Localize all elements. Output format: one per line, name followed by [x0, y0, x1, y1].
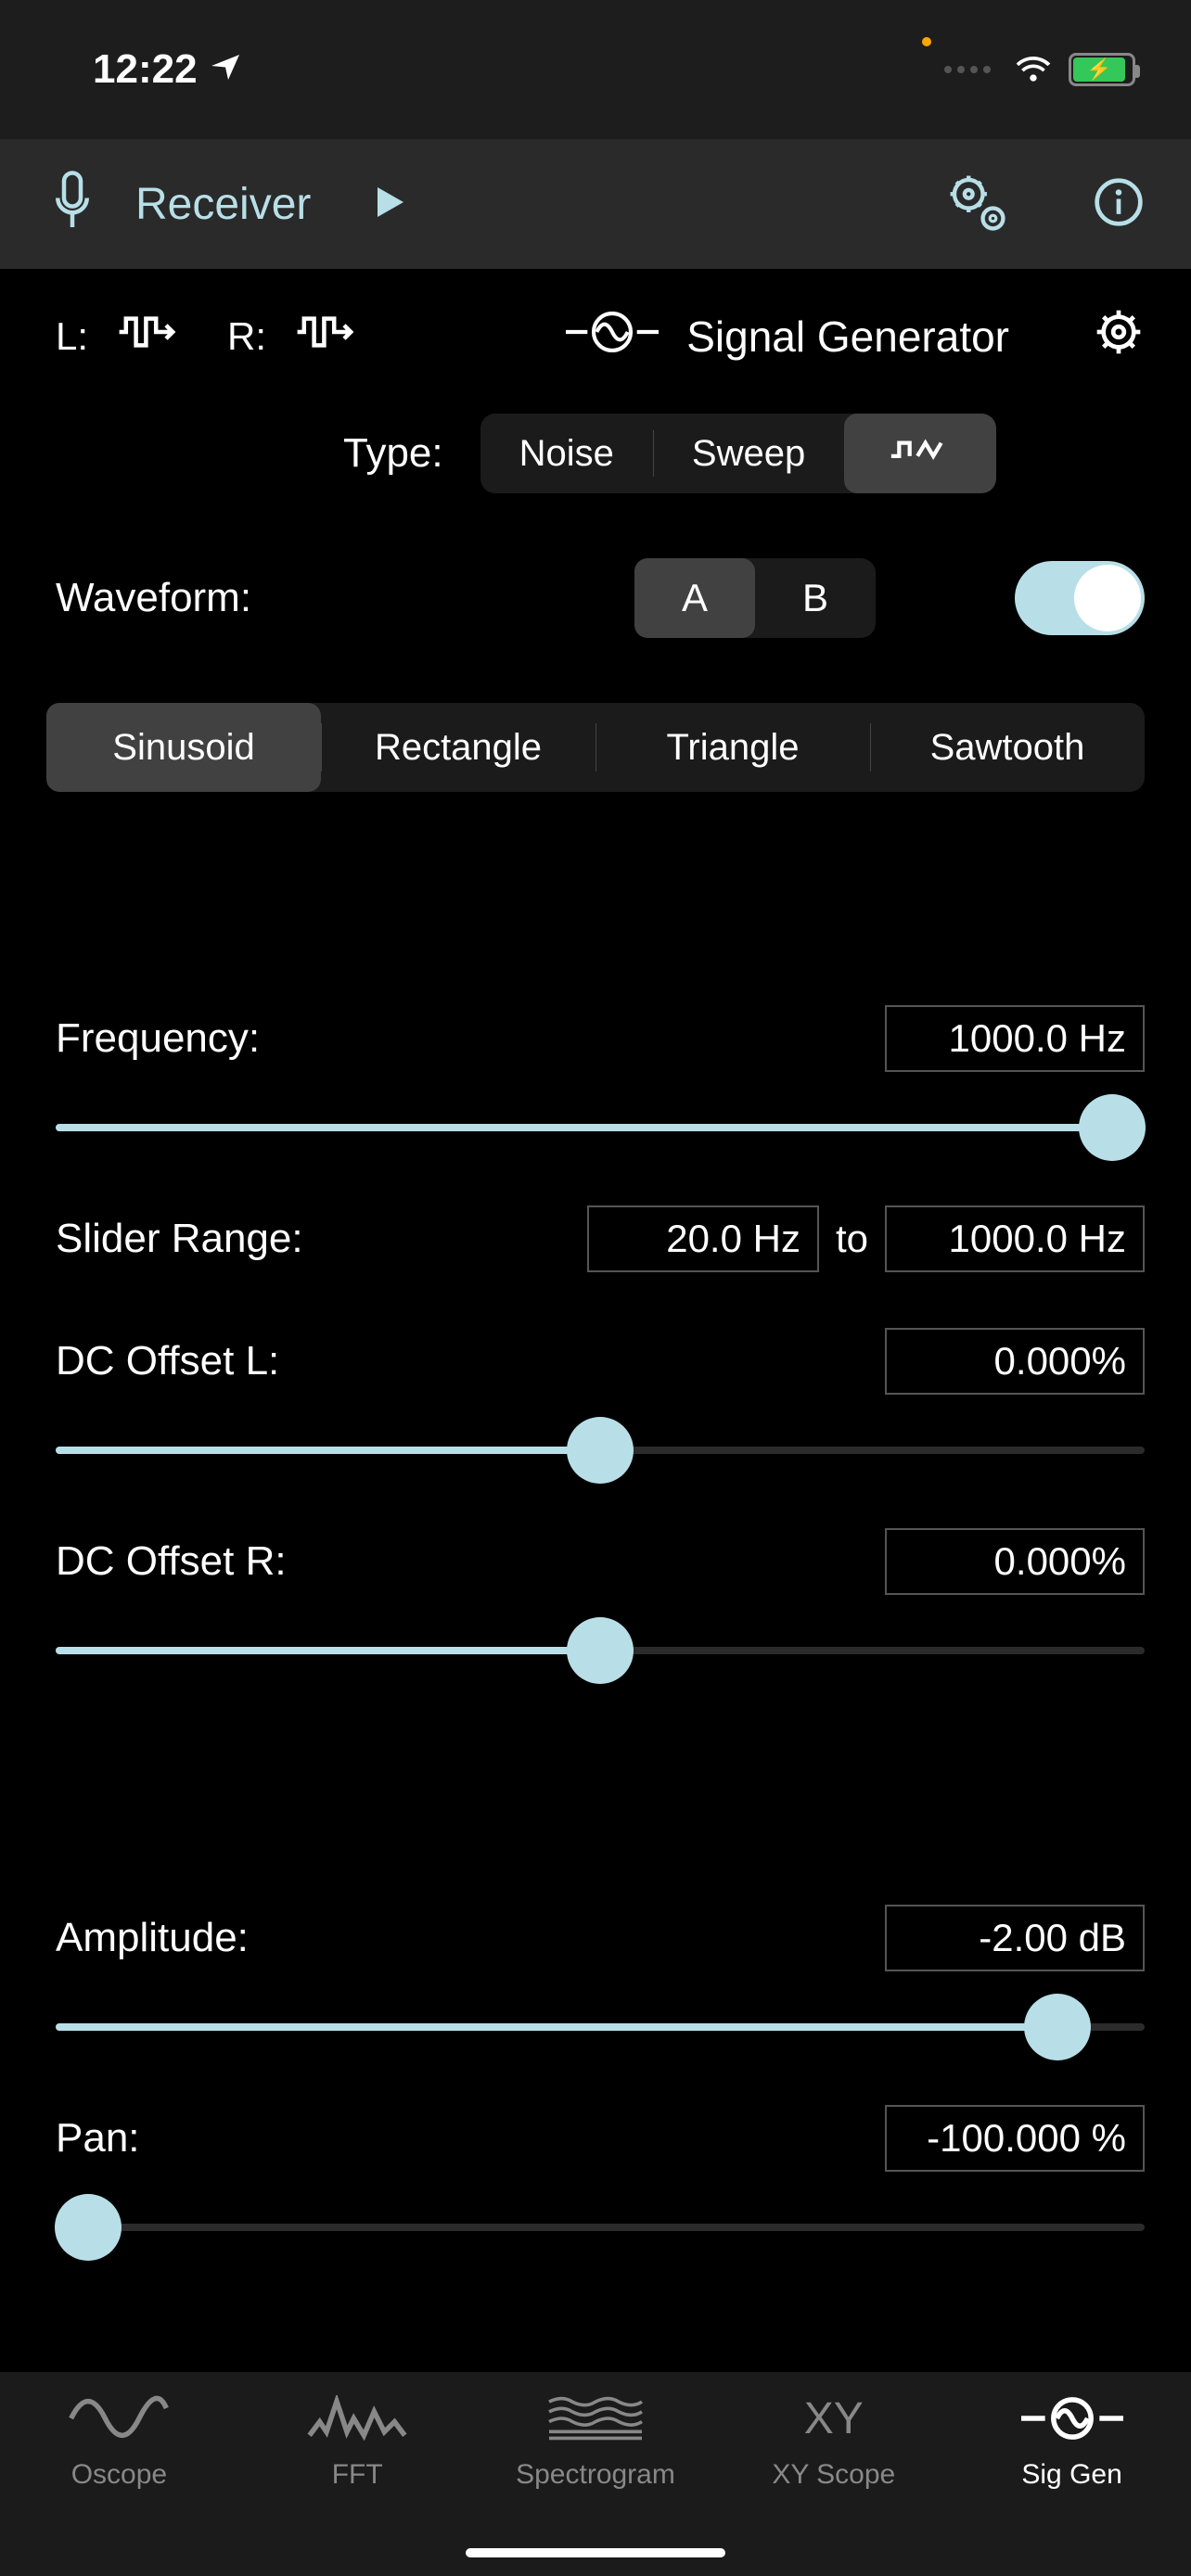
- ab-option-b[interactable]: B: [755, 558, 876, 638]
- ab-segmented-control: A B: [634, 558, 876, 638]
- dc-offset-r-row: DC Offset R: 0.000%: [56, 1528, 1145, 1684]
- microphone-icon[interactable]: [46, 169, 98, 240]
- info-icon[interactable]: [1093, 176, 1145, 233]
- pan-label: Pan:: [56, 2115, 140, 2162]
- battery-icon: ⚡: [1069, 53, 1135, 86]
- waveform-tabs: Sinusoid Rectangle Triangle Sawtooth: [46, 703, 1145, 792]
- wftab-sinusoid[interactable]: Sinusoid: [46, 703, 321, 792]
- wftab-sawtooth[interactable]: Sawtooth: [870, 703, 1145, 792]
- wftab-rectangle[interactable]: Rectangle: [321, 703, 596, 792]
- type-option-wave[interactable]: [844, 414, 996, 493]
- wifi-icon: [1013, 47, 1054, 93]
- waveform-label: Waveform:: [56, 575, 607, 621]
- status-bar: 12:22 ⚡: [0, 0, 1191, 139]
- bottom-tabbar: Oscope FFT Spectrogram XY XY Scope Sig G…: [0, 2372, 1191, 2576]
- frequency-value[interactable]: 1000.0 Hz: [885, 1005, 1145, 1072]
- amplitude-value[interactable]: -2.00 dB: [885, 1905, 1145, 1971]
- xy-icon: XY: [804, 2391, 864, 2446]
- status-time: 12:22: [93, 46, 198, 93]
- dc-offset-r-value[interactable]: 0.000%: [885, 1528, 1145, 1595]
- waveform-toggle[interactable]: [1015, 561, 1145, 635]
- type-option-sweep[interactable]: Sweep: [653, 414, 844, 493]
- receiver-bar: Receiver: [0, 139, 1191, 269]
- pan-row: Pan: -100.000 %: [56, 2105, 1145, 2261]
- amplitude-slider[interactable]: [56, 1994, 1145, 2060]
- l-wave-icon: [116, 312, 199, 362]
- location-arrow-icon: [209, 46, 242, 93]
- wftab-triangle[interactable]: Triangle: [596, 703, 870, 792]
- slider-range-from[interactable]: 20.0 Hz: [587, 1205, 819, 1272]
- type-row: Type: Noise Sweep: [0, 395, 1191, 512]
- slider-range-to[interactable]: 1000.0 Hz: [885, 1205, 1145, 1272]
- dc-offset-r-label: DC Offset R:: [56, 1538, 287, 1585]
- siggen-icon: [1021, 2391, 1123, 2446]
- sine-icon: [68, 2391, 170, 2446]
- settings-gear-icon[interactable]: [1093, 306, 1145, 367]
- page-title: Signal Generator: [686, 312, 1009, 362]
- receiver-label: Receiver: [135, 179, 311, 230]
- cellular-dots-icon: [944, 66, 991, 73]
- frequency-label: Frequency:: [56, 1015, 260, 1062]
- tab-oscope[interactable]: Oscope: [0, 2391, 238, 2576]
- amplitude-label: Amplitude:: [56, 1915, 249, 1961]
- recording-indicator-dot: [922, 37, 931, 46]
- frequency-slider[interactable]: [56, 1094, 1145, 1161]
- type-label: Type:: [343, 430, 443, 477]
- r-wave-icon: [294, 312, 378, 362]
- type-segmented-control: Noise Sweep: [480, 414, 997, 493]
- dc-offset-l-label: DC Offset L:: [56, 1338, 279, 1384]
- fft-icon: [306, 2391, 408, 2446]
- ab-option-a[interactable]: A: [634, 558, 755, 638]
- tab-fft[interactable]: FFT: [238, 2391, 477, 2576]
- slider-range-row: Slider Range: 20.0 Hz to 1000.0 Hz: [56, 1205, 1145, 1272]
- slider-range-label: Slider Range:: [56, 1216, 303, 1262]
- sine-inline-icon: [566, 312, 659, 362]
- frequency-row: Frequency: 1000.0 Hz: [56, 1005, 1145, 1161]
- pan-value[interactable]: -100.000 %: [885, 2105, 1145, 2172]
- signal-generator-header: L: R: Signal Generator: [0, 269, 1191, 395]
- waveform-row: Waveform: A B: [0, 512, 1191, 666]
- l-label: L:: [56, 314, 88, 359]
- dc-offset-r-slider[interactable]: [56, 1617, 1145, 1684]
- dc-offset-l-value[interactable]: 0.000%: [885, 1328, 1145, 1395]
- type-option-noise[interactable]: Noise: [480, 414, 653, 493]
- pan-slider[interactable]: [56, 2194, 1145, 2261]
- dc-offset-l-slider[interactable]: [56, 1417, 1145, 1484]
- spectrogram-icon: [544, 2391, 647, 2446]
- tab-sig-gen[interactable]: Sig Gen: [953, 2391, 1191, 2576]
- dc-offset-l-row: DC Offset L: 0.000%: [56, 1328, 1145, 1484]
- play-button[interactable]: [366, 180, 411, 229]
- slider-range-to-label: to: [836, 1217, 868, 1261]
- home-indicator[interactable]: [466, 2548, 725, 2557]
- settings-gears-icon[interactable]: [944, 170, 1009, 239]
- r-label: R:: [227, 314, 266, 359]
- amplitude-row: Amplitude: -2.00 dB: [56, 1905, 1145, 2060]
- tab-xy-scope[interactable]: XY XY Scope: [714, 2391, 953, 2576]
